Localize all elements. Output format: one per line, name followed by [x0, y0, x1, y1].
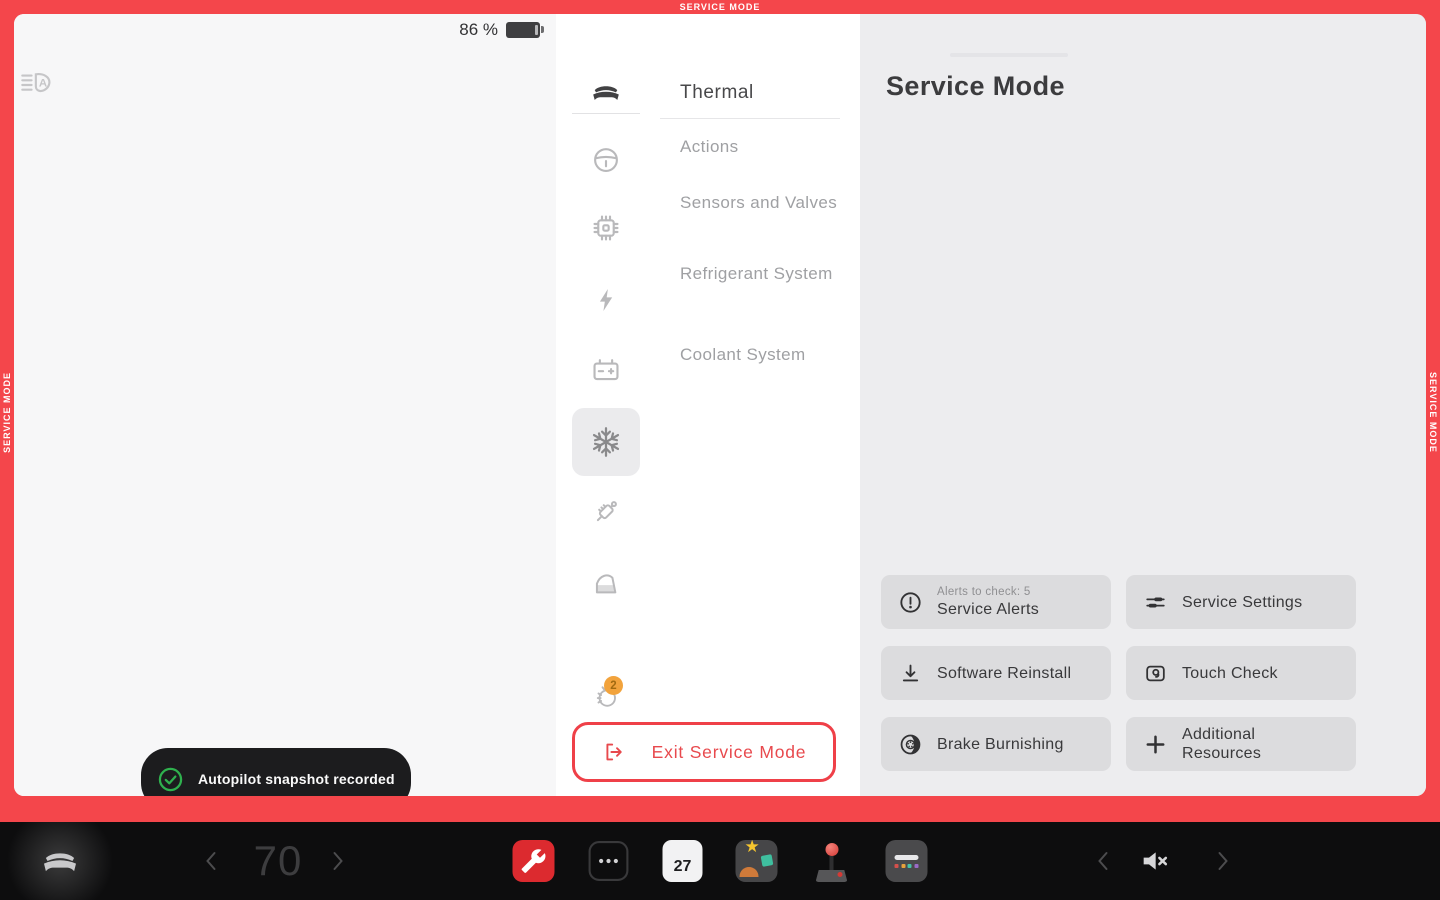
service-alerts-button[interactable]: Alerts to check: 5 Service Alerts [881, 575, 1111, 629]
svg-text:A: A [39, 78, 47, 90]
dock-apps: 27 ★ [513, 822, 928, 900]
service-nav-panel: 2 Thermal Actions Sensors and Valves Ref… [556, 14, 860, 796]
calendar-app-icon[interactable]: 27 [663, 840, 703, 882]
high-voltage-icon[interactable] [590, 284, 622, 316]
button-label: Touch Check [1182, 664, 1278, 683]
brake-disc-icon [898, 732, 923, 757]
sidebar-divider [572, 113, 640, 114]
brake-burnishing-button[interactable]: Brake Burnishing [881, 717, 1111, 771]
boombox-app-icon[interactable] [886, 840, 928, 882]
check-circle-icon [157, 766, 184, 793]
alerts-count-label: Alerts to check: 5 [937, 586, 1039, 598]
autopilot-toast: Autopilot snapshot recorded [141, 748, 411, 796]
snowflake-icon[interactable] [572, 408, 640, 476]
alerts-count-badge: 2 [604, 676, 623, 695]
media-prev-chevron-icon[interactable] [1096, 822, 1110, 900]
toybox-app-icon[interactable]: ★ [736, 840, 778, 882]
menu-divider [660, 118, 840, 119]
service-mode-panel: Service Mode Alerts to check: 5 Service … [860, 14, 1426, 796]
additional-resources-button[interactable]: Additional Resources [1126, 717, 1356, 771]
content-area: A 86 % 9:28 am 67°F [14, 14, 1426, 796]
service-actions-grid: Alerts to check: 5 Service Alerts Servic… [881, 575, 1356, 771]
page-title: Service Mode [886, 71, 1065, 102]
service-mode-left-label: SERVICE MODE [1, 372, 14, 453]
panel-handle [950, 53, 1068, 57]
sliders-icon [1143, 590, 1168, 615]
cube-shape [761, 854, 774, 867]
button-label: Software Reinstall [937, 664, 1071, 683]
climate-temp-label: 70 [238, 822, 318, 900]
door-icon[interactable] [590, 566, 622, 598]
service-mode-top-label: SERVICE MODE [0, 0, 1440, 14]
chip-icon[interactable] [590, 212, 622, 244]
star-shape: ★ [745, 840, 760, 857]
vehicle-app-icon[interactable] [38, 839, 82, 883]
calendar-day-label: 27 [674, 852, 692, 882]
app-launcher-icon[interactable] [588, 840, 630, 882]
button-label: Brake Burnishing [937, 735, 1064, 754]
plus-icon [1143, 732, 1168, 757]
button-label: Additional Resources [1182, 725, 1312, 763]
menu-item-sensors-valves[interactable]: Sensors and Valves [680, 193, 848, 213]
suspension-icon[interactable] [590, 496, 622, 528]
toast-message: Autopilot snapshot recorded [198, 771, 395, 787]
vehicle-icon[interactable] [590, 76, 622, 108]
auto-headlight-icon: A [18, 62, 58, 102]
alert-circle-icon [898, 590, 923, 615]
battery-12v-icon[interactable] [590, 354, 622, 386]
instrument-panel: A 86 % [14, 14, 556, 796]
service-mode-right-label: SERVICE MODE [1426, 372, 1439, 453]
battery-percent-label: 86 % [459, 20, 498, 40]
menu-item-coolant[interactable]: Coolant System [680, 345, 848, 365]
media-next-chevron-icon[interactable] [1216, 822, 1230, 900]
button-label: Service Alerts [937, 600, 1039, 619]
arcade-app-icon[interactable] [811, 840, 853, 882]
alerts-icon[interactable]: 2 [590, 682, 622, 714]
menu-item-refrigerant[interactable]: Refrigerant System [680, 264, 848, 284]
temp-down-chevron-icon[interactable] [204, 822, 218, 900]
speaker-muted-icon[interactable] [1138, 822, 1172, 900]
dock: 70 27 ★ [0, 822, 1440, 900]
dome-shape [740, 867, 759, 877]
touch-check-button[interactable]: Touch Check [1126, 646, 1356, 700]
battery-status: 86 % [459, 14, 540, 45]
exit-button-label: Exit Service Mode [652, 742, 807, 763]
touch-icon [1143, 661, 1168, 686]
exit-service-mode-button[interactable]: Exit Service Mode [572, 722, 836, 782]
service-app-icon[interactable] [513, 840, 555, 882]
software-reinstall-button[interactable]: Software Reinstall [881, 646, 1111, 700]
temp-up-chevron-icon[interactable] [331, 822, 345, 900]
steering-wheel-icon[interactable] [590, 144, 622, 176]
button-label: Service Settings [1182, 593, 1302, 612]
service-settings-button[interactable]: Service Settings [1126, 575, 1356, 629]
nav-section-title: Thermal [680, 82, 754, 104]
exit-icon [602, 740, 626, 764]
battery-icon [506, 22, 540, 38]
menu-item-actions[interactable]: Actions [680, 137, 848, 157]
download-icon [898, 661, 923, 686]
